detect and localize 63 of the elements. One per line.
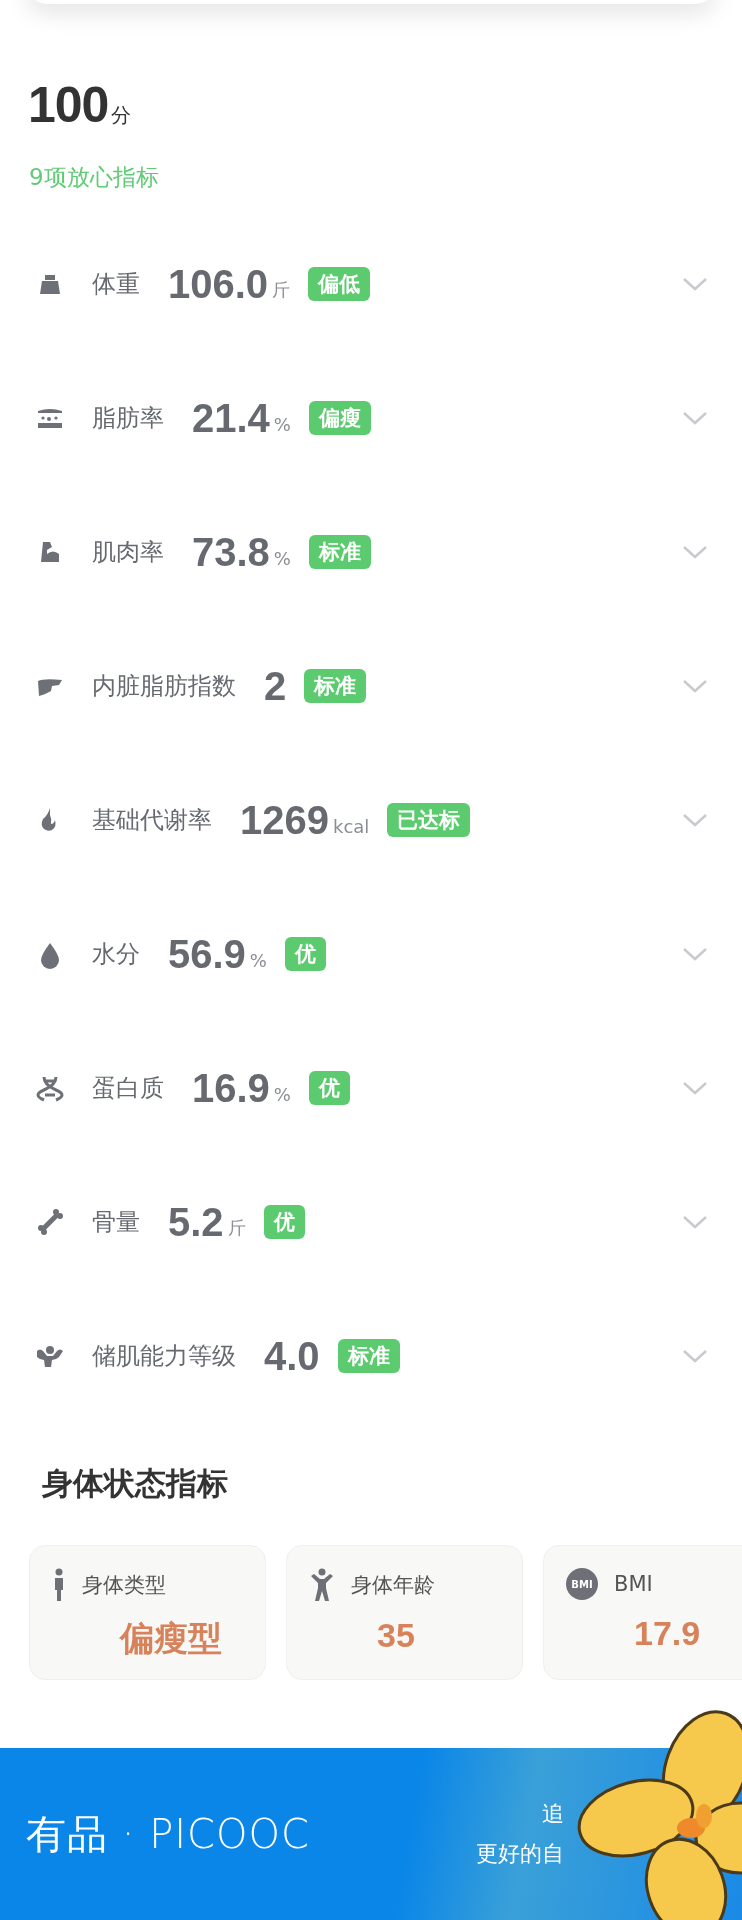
metric-unit: %: [249, 949, 267, 971]
metric-label: 基础代谢率: [92, 805, 212, 836]
metric-label: 骨量: [92, 1207, 140, 1238]
chevron-down-icon[interactable]: [682, 1348, 708, 1364]
bone-icon: [35, 1207, 65, 1237]
card-value: 偏瘦型: [120, 1618, 223, 1659]
summary-text: 9项放心指标: [28, 163, 160, 192]
metric-unit: %: [273, 413, 291, 435]
metric-value: 2: [264, 663, 287, 709]
card-label: 身体类型: [82, 1572, 166, 1599]
metric-value: 4.0: [264, 1333, 320, 1379]
status-tag: 已达标: [387, 803, 471, 837]
chevron-down-icon[interactable]: [682, 1214, 708, 1230]
brand-logo: 有品 · PICOOC: [26, 1809, 310, 1859]
chevron-down-icon[interactable]: [682, 410, 708, 426]
status-tag: 优: [308, 1071, 350, 1105]
metric-label: 肌肉率: [92, 537, 164, 568]
metric-value: 1269: [240, 797, 329, 843]
status-tag: 标准: [308, 535, 371, 569]
metric-value: 106.0: [168, 261, 269, 307]
metric-value: 56.9: [168, 931, 246, 977]
standing-figure-icon: [52, 1568, 66, 1602]
status-tag: 标准: [337, 1339, 400, 1373]
bmi-icon: BMI: [566, 1568, 598, 1600]
chevron-down-icon[interactable]: [682, 276, 708, 292]
metric-value: 73.8: [192, 529, 270, 575]
status-card[interactable]: 身体类型 偏瘦型: [29, 1545, 266, 1680]
status-tag: 偏低: [308, 267, 371, 301]
metric-unit: 斤: [272, 278, 291, 302]
metric-label: 脂肪率: [92, 403, 164, 434]
card-label: BMI: [614, 1572, 653, 1596]
chevron-down-icon[interactable]: [682, 812, 708, 828]
metric-label: 水分: [92, 939, 140, 970]
score-unit: 分: [111, 102, 132, 129]
chevron-down-icon[interactable]: [682, 678, 708, 694]
status-tag: 偏瘦: [308, 401, 371, 435]
metric-label: 内脏脂肪指数: [92, 671, 236, 702]
chevron-down-icon[interactable]: [682, 1080, 708, 1096]
metric-unit: kcal: [333, 815, 370, 837]
metric-label: 体重: [92, 269, 140, 300]
card-value: 35: [377, 1616, 416, 1655]
status-tag: 优: [284, 937, 326, 971]
card-label: 身体年龄: [351, 1572, 435, 1599]
person-arms-up-icon: [309, 1568, 335, 1602]
chevron-down-icon[interactable]: [682, 544, 708, 560]
chevron-down-icon[interactable]: [682, 946, 708, 962]
metric-unit: %: [273, 547, 291, 569]
metric-value: 21.4: [192, 395, 270, 441]
score-value: 100: [28, 76, 109, 134]
status-tag: 优: [263, 1205, 305, 1239]
metric-value: 5.2: [168, 1199, 224, 1245]
slogan-text: 追: [542, 1800, 564, 1828]
card-value: 17.9: [634, 1614, 702, 1653]
metric-label: 蛋白质: [92, 1073, 164, 1104]
section-title: 身体状态指标: [41, 1464, 229, 1503]
status-card[interactable]: 身体年龄 35: [286, 1545, 523, 1680]
metric-label: 储肌能力等级: [92, 1341, 236, 1372]
metric-value: 16.9: [192, 1065, 270, 1111]
metric-unit: %: [273, 1083, 291, 1105]
slogan-text: 更好的自: [476, 1840, 564, 1868]
metric-unit: 斤: [227, 1216, 246, 1240]
status-card[interactable]: BMI BMI 17.9: [543, 1545, 742, 1680]
status-tag: 标准: [304, 669, 367, 703]
